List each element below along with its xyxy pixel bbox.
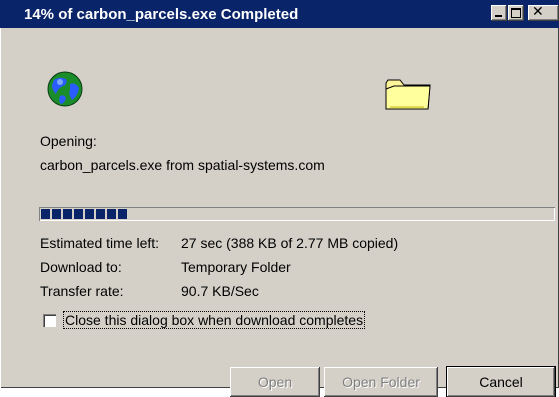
folder-icon xyxy=(385,79,431,110)
file-source-text: carbon_parcels.exe from spatial-systems.… xyxy=(40,157,325,173)
progress-block xyxy=(63,209,72,219)
progress-block xyxy=(52,209,61,219)
progress-block xyxy=(41,209,50,219)
transfer-rate-value: 90.7 KB/Sec xyxy=(181,283,259,299)
maximize-icon xyxy=(511,8,521,18)
download-dialog: 14% of carbon_parcels.exe Completed ✕ Op… xyxy=(0,0,559,397)
close-when-done-label[interactable]: Close this dialog box when download comp… xyxy=(62,311,366,329)
cancel-button[interactable]: Cancel xyxy=(446,366,556,397)
title-bar[interactable]: 14% of carbon_parcels.exe Completed ✕ xyxy=(0,0,559,28)
open-button[interactable]: Open xyxy=(230,367,320,397)
close-when-done-checkbox[interactable] xyxy=(43,314,56,327)
open-folder-button[interactable]: Open Folder xyxy=(324,367,438,397)
time-left-value: 27 sec (388 KB of 2.77 MB copied) xyxy=(181,235,399,251)
progress-block xyxy=(107,209,116,219)
progress-block xyxy=(118,209,127,219)
progress-block xyxy=(85,209,94,219)
maximize-button[interactable] xyxy=(508,5,524,21)
globe-icon xyxy=(47,71,83,107)
progress-block xyxy=(96,209,105,219)
dialog-body: Opening: carbon_parcels.exe from spatial… xyxy=(0,28,559,397)
progress-fill xyxy=(41,209,129,219)
progress-block xyxy=(74,209,83,219)
minimize-icon xyxy=(495,15,502,17)
close-button[interactable]: ✕ xyxy=(528,3,559,21)
window-title: 14% of carbon_parcels.exe Completed xyxy=(24,6,299,23)
time-left-label: Estimated time left: xyxy=(40,235,160,251)
close-icon: ✕ xyxy=(532,3,544,19)
progress-bar xyxy=(39,207,555,221)
opening-label: Opening: xyxy=(40,133,97,149)
transfer-rate-label: Transfer rate: xyxy=(40,283,124,299)
download-to-value: Temporary Folder xyxy=(181,259,291,275)
download-to-label: Download to: xyxy=(40,259,122,275)
minimize-button[interactable] xyxy=(491,5,507,21)
